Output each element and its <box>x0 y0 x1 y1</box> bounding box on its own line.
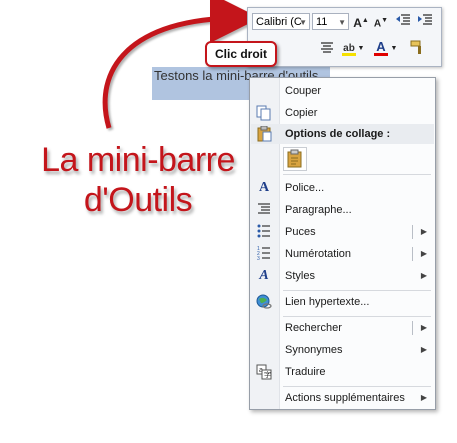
submenu-arrow-icon: ▶ <box>420 271 427 280</box>
chevron-down-icon[interactable]: ▼ <box>356 40 366 58</box>
submenu-arrow-icon: ▶ <box>420 345 427 354</box>
submenu-arrow-icon[interactable]: ▶ <box>421 222 427 242</box>
chevron-down-icon: ▼ <box>338 18 346 27</box>
menu-separator <box>283 316 431 317</box>
chevron-down-icon[interactable]: ▼ <box>389 40 399 58</box>
annotation-line-1: La mini-barre <box>41 141 235 179</box>
split-divider <box>412 321 413 335</box>
menu-item-search[interactable]: Rechercher ▶ <box>250 318 435 338</box>
font-icon: A <box>258 180 270 195</box>
submenu-arrow-icon[interactable]: ▶ <box>421 244 427 264</box>
decrease-indent-icon[interactable] <box>394 12 412 30</box>
menu-item-label: Traduire <box>285 366 326 378</box>
chevron-down-icon: ▼ <box>299 18 307 27</box>
menu-item-label: Synonymes <box>285 344 343 356</box>
paste-options-label: Options de collage : <box>285 128 391 140</box>
menu-item-label: Lien hypertexte... <box>285 296 370 308</box>
annotation-label: La mini-barre d'Outils <box>38 140 238 220</box>
menu-item-numbering[interactable]: 123 Numérotation ▶ <box>250 244 435 264</box>
styles-icon: A <box>259 268 269 283</box>
svg-text:3: 3 <box>257 256 260 260</box>
paste-icon <box>256 125 272 149</box>
paragraph-icon <box>256 202 272 218</box>
bullets-icon <box>256 224 272 240</box>
menu-item-label: Paragraphe... <box>285 204 352 216</box>
menu-item-label: Rechercher <box>285 322 342 334</box>
font-name-combo[interactable]: Calibri (C ▼ <box>252 13 310 30</box>
callout-label: Clic droit <box>205 41 277 67</box>
increase-indent-icon[interactable] <box>416 12 434 30</box>
submenu-arrow-icon[interactable]: ▶ <box>421 318 427 338</box>
menu-item-label: Police... <box>285 182 325 194</box>
menu-item-styles[interactable]: A Styles ▶ <box>250 266 435 286</box>
callout-text: Clic droit <box>214 47 267 61</box>
font-size-combo[interactable]: 11 ▼ <box>312 13 349 30</box>
context-menu: Couper Copier Options de collage : A Pol… <box>249 77 436 410</box>
font-name-value: Calibri (C <box>256 16 302 28</box>
grow-font-icon[interactable]: A▲ <box>352 12 370 30</box>
menu-item-label: Copier <box>285 107 318 119</box>
font-color-icon[interactable]: A <box>372 38 390 56</box>
center-align-icon[interactable] <box>318 40 336 58</box>
menu-item-font[interactable]: A Police... <box>250 178 435 198</box>
copy-icon <box>256 105 272 121</box>
paste-options-header: Options de collage : <box>251 124 434 144</box>
paste-icon <box>287 149 302 168</box>
translate-icon: a字 <box>256 364 272 380</box>
split-divider <box>412 247 413 261</box>
menu-item-synonyms[interactable]: Synonymes ▶ <box>250 340 435 360</box>
menu-item-copy[interactable]: Copier <box>250 103 435 123</box>
hyperlink-globe-icon <box>256 294 272 310</box>
menu-item-label: Styles <box>285 270 315 282</box>
menu-item-hyperlink[interactable]: Lien hypertexte... <box>250 292 435 312</box>
format-painter-icon[interactable] <box>408 39 426 57</box>
menu-separator <box>283 386 431 387</box>
menu-item-paragraph[interactable]: Paragraphe... <box>250 200 435 220</box>
menu-item-bullets[interactable]: Puces ▶ <box>250 222 435 242</box>
split-divider <box>412 225 413 239</box>
menu-item-cut[interactable]: Couper <box>250 81 435 101</box>
menu-separator <box>283 174 431 175</box>
menu-item-label: Actions supplémentaires <box>285 392 405 404</box>
svg-text:字: 字 <box>264 370 271 379</box>
annotation-line-2: d'Outils <box>83 181 193 219</box>
paste-keep-formatting-button[interactable] <box>283 147 307 171</box>
menu-item-additional-actions[interactable]: Actions supplémentaires ▶ <box>250 388 435 408</box>
shrink-font-icon[interactable]: A▼ <box>372 12 390 30</box>
submenu-arrow-icon: ▶ <box>420 393 427 402</box>
numbering-icon: 123 <box>256 246 272 262</box>
font-size-value: 11 <box>316 16 328 28</box>
menu-separator <box>283 290 431 291</box>
menu-item-label: Puces <box>285 226 316 238</box>
menu-item-translate[interactable]: a字 Traduire <box>250 362 435 382</box>
menu-item-label: Couper <box>285 85 322 97</box>
menu-item-label: Numérotation <box>285 248 352 260</box>
